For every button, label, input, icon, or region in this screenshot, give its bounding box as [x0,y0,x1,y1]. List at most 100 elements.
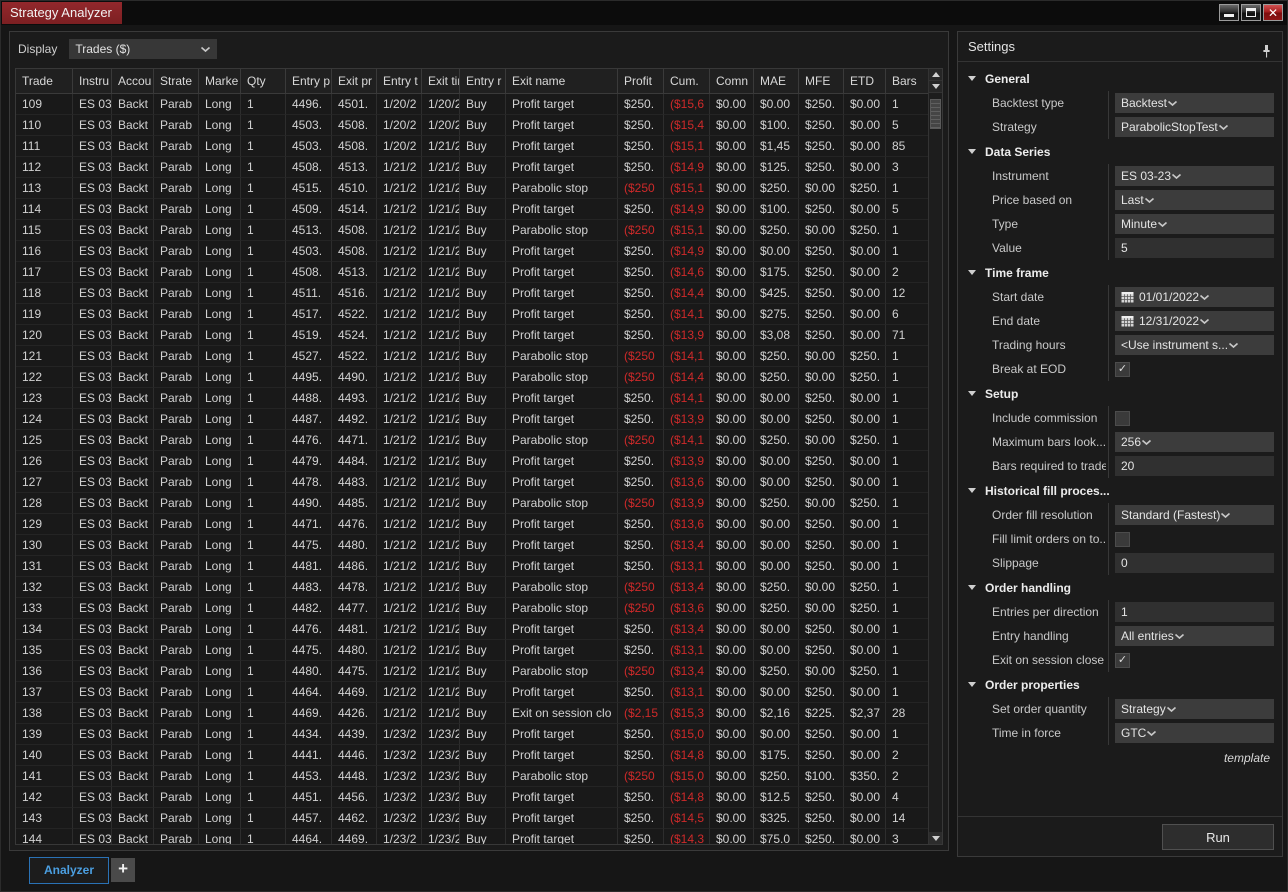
fill-limit-orders-on-to-checkbox[interactable] [1115,531,1130,547]
table-row-trade-143[interactable]: 143 ES 03 Backt Parab Long 1 4457. 4462. 1/23/2 1… [16,808,928,829]
table-row-trade-126[interactable]: 126 ES 03 Backt Parab Long 1 4479. 4484. 1/21/2 1… [16,451,928,472]
settings-panel: Settings General Backtest type Backtest Str… [957,31,1283,857]
table-row-trade-139[interactable]: 139 ES 03 Backt Parab Long 1 4434. 4439. 1/23/2 1… [16,724,928,745]
minimize-button[interactable] [1219,4,1239,21]
column-header-instru[interactable]: Instru [73,69,112,94]
table-row-trade-140[interactable]: 140 ES 03 Backt Parab Long 1 4441. 4446. 1/23/2 1… [16,745,928,766]
vertical-scrollbar[interactable] [928,69,942,844]
table-row-trade-122[interactable]: 122 ES 03 Backt Parab Long 1 4495. 4490. 1/21/2 1… [16,367,928,388]
table-row-trade-135[interactable]: 135 ES 03 Backt Parab Long 1 4475. 4480. 1/21/2 1… [16,640,928,661]
section-header-general[interactable]: General [958,66,1282,91]
table-row-trade-123[interactable]: 123 ES 03 Backt Parab Long 1 4488. 4493. 1/21/2 1… [16,388,928,409]
order-fill-resolution-dropdown[interactable]: Standard (Fastest) [1115,505,1274,525]
add-tab-button[interactable]: + [111,858,136,882]
table-row-trade-110[interactable]: 110 ES 03 Backt Parab Long 1 4503. 4508. 1/20/2 1… [16,115,928,136]
table-row-trade-128[interactable]: 128 ES 03 Backt Parab Long 1 4490. 4485. 1/21/2 1… [16,493,928,514]
table-row-trade-115[interactable]: 115 ES 03 Backt Parab Long 1 4513. 4508. 1/21/2 1… [16,220,928,241]
section-header-data-series[interactable]: Data Series [958,139,1282,164]
table-row-trade-136[interactable]: 136 ES 03 Backt Parab Long 1 4480. 4475. 1/21/2 1… [16,661,928,682]
entries-per-direction-input[interactable]: 1 [1115,602,1274,622]
exit-on-session-close-checkbox[interactable]: ✓ [1115,652,1130,668]
table-row-trade-141[interactable]: 141 ES 03 Backt Parab Long 1 4453. 4448. 1/23/2 1… [16,766,928,787]
scroll-bottom-button[interactable] [929,832,942,844]
table-row-trade-117[interactable]: 117 ES 03 Backt Parab Long 1 4508. 4513. 1/21/2 1… [16,262,928,283]
time-in-force-dropdown[interactable]: GTC [1115,723,1274,743]
table-row-trade-137[interactable]: 137 ES 03 Backt Parab Long 1 4464. 4469. 1/21/2 1… [16,682,928,703]
table-row-trade-129[interactable]: 129 ES 03 Backt Parab Long 1 4471. 4476. 1/21/2 1… [16,514,928,535]
backtest-type-dropdown[interactable]: Backtest [1115,93,1274,113]
table-row-trade-113[interactable]: 113 ES 03 Backt Parab Long 1 4515. 4510. 1/21/2 1… [16,178,928,199]
entry-handling-dropdown[interactable]: All entries [1115,626,1274,646]
table-row-trade-132[interactable]: 132 ES 03 Backt Parab Long 1 4483. 4478. 1/21/2 1… [16,577,928,598]
table-row-trade-120[interactable]: 120 ES 03 Backt Parab Long 1 4519. 4524. 1/21/2 1… [16,325,928,346]
scrollbar-thumb[interactable] [930,99,941,129]
section-header-order-properties[interactable]: Order properties [958,672,1282,697]
column-header-etd[interactable]: ETD [844,69,886,94]
value-input[interactable]: 5 [1115,238,1274,258]
set-order-quantity-dropdown[interactable]: Strategy [1115,699,1274,719]
column-header-bars[interactable]: Bars [886,69,930,94]
table-row-trade-133[interactable]: 133 ES 03 Backt Parab Long 1 4482. 4477. 1/21/2 1… [16,598,928,619]
column-header-exit-tir[interactable]: Exit tir [422,69,460,94]
section-header-time-frame[interactable]: Time frame [958,260,1282,285]
table-row-trade-127[interactable]: 127 ES 03 Backt Parab Long 1 4478. 4483. 1/21/2 1… [16,472,928,493]
table-row-trade-112[interactable]: 112 ES 03 Backt Parab Long 1 4508. 4513. 1/21/2 1… [16,157,928,178]
column-header-trade[interactable]: Trade [16,69,73,94]
table-row-trade-119[interactable]: 119 ES 03 Backt Parab Long 1 4517. 4522. 1/21/2 1… [16,304,928,325]
table-row-trade-131[interactable]: 131 ES 03 Backt Parab Long 1 4481. 4486. 1/21/2 1… [16,556,928,577]
maximum-bars-look-dropdown[interactable]: 256 [1115,432,1274,452]
column-header-cum[interactable]: Cum. [664,69,710,94]
table-row-trade-114[interactable]: 114 ES 03 Backt Parab Long 1 4509. 4514. 1/21/2 1… [16,199,928,220]
column-header-mfe[interactable]: MFE [799,69,844,94]
table-row-trade-118[interactable]: 118 ES 03 Backt Parab Long 1 4511. 4516. 1/21/2 1… [16,283,928,304]
end-date-datepicker[interactable]: 12/31/2022 [1115,311,1274,331]
tab-analyzer[interactable]: Analyzer [29,857,110,884]
column-header-marke[interactable]: Marke [199,69,241,94]
column-header-strate[interactable]: Strate [154,69,199,94]
table-row-trade-116[interactable]: 116 ES 03 Backt Parab Long 1 4503. 4508. 1/21/2 1… [16,241,928,262]
bars-required-to-trade-input[interactable]: 20 [1115,456,1274,476]
price-based-on-dropdown[interactable]: Last [1115,190,1274,210]
break-at-eod-checkbox[interactable]: ✓ [1115,361,1130,377]
column-header-profit[interactable]: Profit [618,69,664,94]
display-dropdown[interactable]: Trades ($) [69,39,218,59]
column-header-entry-t[interactable]: Entry t [377,69,422,94]
include-commission-checkbox[interactable] [1115,410,1130,426]
pin-icon[interactable] [1261,40,1272,69]
table-row-trade-134[interactable]: 134 ES 03 Backt Parab Long 1 4476. 4481. 1/21/2 1… [16,619,928,640]
column-header-qty[interactable]: Qty [241,69,286,94]
table-row-trade-138[interactable]: 138 ES 03 Backt Parab Long 1 4469. 4426. 1/21/2 1… [16,703,928,724]
template-link[interactable]: template [1224,751,1270,765]
instrument-dropdown[interactable]: ES 03-23 [1115,166,1274,186]
table-row-trade-121[interactable]: 121 ES 03 Backt Parab Long 1 4527. 4522. 1/21/2 1… [16,346,928,367]
column-header-exit-name[interactable]: Exit name [506,69,618,94]
table-row-trade-124[interactable]: 124 ES 03 Backt Parab Long 1 4487. 4492. 1/21/2 1… [16,409,928,430]
type-dropdown[interactable]: Minute [1115,214,1274,234]
run-button[interactable]: Run [1162,824,1274,850]
column-header-exit-pr[interactable]: Exit pr [332,69,377,94]
slippage-input[interactable]: 0 [1115,553,1274,573]
date-value: 01/01/2022 [1139,290,1200,304]
scroll-up-button[interactable] [929,69,942,81]
cell-profit: ($250 [618,766,664,787]
section-header-setup[interactable]: Setup [958,381,1282,406]
start-date-datepicker[interactable]: 01/01/2022 [1115,287,1274,307]
column-header-comn[interactable]: Comn [710,69,754,94]
table-row-trade-125[interactable]: 125 ES 03 Backt Parab Long 1 4476. 4471. 1/21/2 1… [16,430,928,451]
column-header-mae[interactable]: MAE [754,69,799,94]
close-button[interactable]: ✕ [1263,4,1283,21]
section-header-historical-fill-proces[interactable]: Historical fill proces... [958,478,1282,503]
table-row-trade-111[interactable]: 111 ES 03 Backt Parab Long 1 4503. 4508. 1/20/2 1… [16,136,928,157]
table-row-trade-130[interactable]: 130 ES 03 Backt Parab Long 1 4475. 4480. 1/21/2 1… [16,535,928,556]
table-row-trade-144[interactable]: 144 ES 03 Backt Parab Long 1 4464. 4469. 1/23/2 1… [16,829,928,844]
scroll-down-button[interactable] [929,81,942,93]
column-header-accou[interactable]: Accou [112,69,154,94]
table-row-trade-142[interactable]: 142 ES 03 Backt Parab Long 1 4451. 4456. 1/23/2 1… [16,787,928,808]
section-header-order-handling[interactable]: Order handling [958,575,1282,600]
strategy-dropdown[interactable]: ParabolicStopTest [1115,117,1274,137]
table-row-trade-109[interactable]: 109 ES 03 Backt Parab Long 1 4496. 4501. 1/20/2 1… [16,94,928,115]
column-header-entry-r[interactable]: Entry r [460,69,506,94]
column-header-entry-p[interactable]: Entry p [286,69,332,94]
maximize-button[interactable] [1241,4,1261,21]
trading-hours-dropdown[interactable]: <Use instrument s... [1115,335,1274,355]
